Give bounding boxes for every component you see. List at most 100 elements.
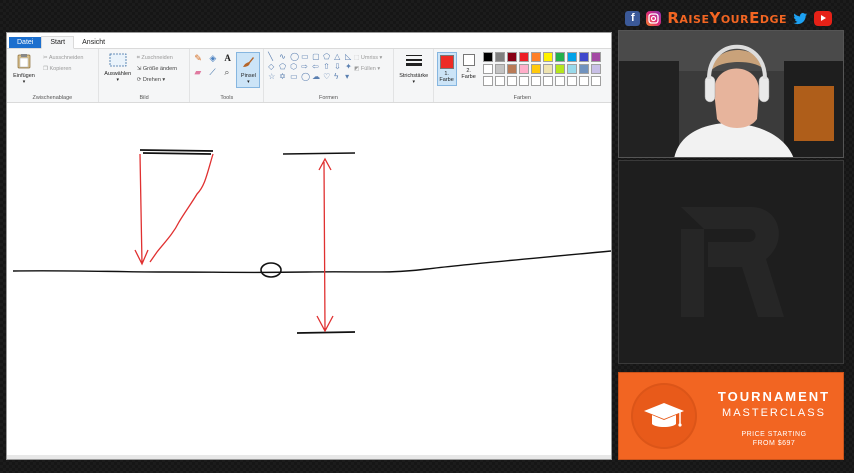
crop-icon: ⌗ [136, 55, 140, 61]
oval-shape-icon[interactable]: ◯ [290, 52, 300, 61]
hexagon-shape-icon[interactable]: ⬡ [290, 62, 300, 71]
cut-label: Ausschneiden [48, 55, 84, 61]
palette-swatch[interactable] [530, 52, 541, 62]
palette-swatch[interactable] [554, 52, 565, 62]
palette-swatch[interactable] [590, 52, 601, 62]
palette-swatch[interactable] [518, 52, 529, 62]
colors-group: 1. Farbe 2. Farbe Farben [434, 49, 611, 102]
instagram-icon[interactable] [646, 10, 662, 26]
palette-swatch[interactable] [554, 64, 565, 74]
webcam-feed [618, 30, 844, 158]
right-red-arrow [316, 157, 334, 333]
palette-swatch[interactable] [494, 64, 505, 74]
pencil-icon[interactable]: ✎ [194, 53, 206, 64]
stroke-group: Strichstärke ▾ [394, 49, 434, 102]
ad-price-line1: PRICE STARTING [741, 431, 807, 438]
masterclass-ad-banner[interactable]: TOURNAMENT MASTERCLASS PRICE STARTING FR… [618, 372, 844, 460]
right-bottom-line [296, 331, 356, 334]
rectangle-shape-icon[interactable]: ▭ [301, 52, 311, 61]
palette-swatch[interactable] [506, 76, 517, 86]
brand-logo-panel [618, 160, 844, 364]
brush-button[interactable]: Pinsel ▾ [236, 52, 261, 88]
text-icon[interactable]: A [224, 53, 236, 64]
palette-swatch[interactable] [542, 76, 553, 86]
triangle-shape-icon[interactable]: △ [334, 52, 344, 61]
palette-swatch[interactable] [578, 52, 589, 62]
facebook-icon[interactable]: f [625, 10, 641, 26]
palette-swatch[interactable] [530, 76, 541, 86]
paste-button[interactable]: Einfügen ▾ [10, 53, 38, 85]
palette-swatch[interactable] [482, 76, 493, 86]
line-shape-icon[interactable]: ╲ [268, 52, 278, 61]
callout-cloud-shape-icon[interactable]: ☁ [312, 72, 322, 81]
palette-swatch[interactable] [590, 76, 601, 86]
right-top-line [282, 152, 356, 155]
cut-button[interactable]: ✂ Ausschneiden [43, 55, 83, 61]
shape-gallery: ╲ ∿ ◯ ▭ ▢ ⬠ △ ◺ ◇ ⬠ ⬡ ⇨ ⇦ ⇧ ⇩ ✦ ☆ ✡ ▭ ◯ [268, 52, 352, 81]
arrow-down-shape-icon[interactable]: ⇩ [334, 62, 344, 71]
palette-swatch[interactable] [518, 64, 529, 74]
palette-swatch[interactable] [518, 76, 529, 86]
star6-shape-icon[interactable]: ✡ [279, 72, 289, 81]
image-group: Auswählen ▾ ⌗ Zuschneiden ⇲ Größe ändern… [99, 49, 191, 102]
drawing-canvas[interactable] [7, 104, 611, 459]
palette-swatch[interactable] [482, 64, 493, 74]
palette-swatch[interactable] [590, 64, 601, 74]
palette-swatch[interactable] [482, 52, 493, 62]
fill-bucket-icon[interactable]: ◈ [209, 53, 221, 64]
color2-button[interactable]: 2. Farbe [460, 54, 478, 80]
fill-button[interactable]: ◩ Füllen ▾ [354, 66, 380, 72]
palette-swatch[interactable] [554, 76, 565, 86]
resize-button[interactable]: ⇲ Größe ändern [137, 66, 177, 72]
color1-button[interactable]: 1. Farbe [436, 52, 457, 86]
eraser-icon[interactable]: ▰ [194, 67, 206, 78]
palette-swatch[interactable] [506, 52, 517, 62]
star5-shape-icon[interactable]: ☆ [268, 72, 278, 81]
tab-file[interactable]: Datei [9, 37, 42, 48]
twitter-icon[interactable] [793, 11, 808, 26]
crop-button[interactable]: ⌗ Zuschneiden [137, 55, 173, 62]
palette-swatch[interactable] [542, 64, 553, 74]
palette-swatch[interactable] [566, 76, 577, 86]
left-red-wedge [149, 153, 214, 263]
color1-swatch [439, 55, 454, 69]
palette-swatch[interactable] [542, 52, 553, 62]
heart-shape-icon[interactable]: ♡ [323, 72, 333, 81]
arrow-left-shape-icon[interactable]: ⇦ [312, 62, 322, 71]
palette-swatch[interactable] [566, 64, 577, 74]
copy-button[interactable]: ❐ Kopieren [43, 66, 72, 72]
palette-swatch[interactable] [494, 52, 505, 62]
tab-start[interactable]: Start [41, 36, 75, 49]
palette-swatch[interactable] [566, 52, 577, 62]
rounded-rect-shape-icon[interactable]: ▢ [312, 52, 322, 61]
arrow-up-shape-icon[interactable]: ⇧ [323, 62, 333, 71]
palette-swatch[interactable] [530, 64, 541, 74]
tab-view[interactable]: Ansicht [74, 37, 113, 48]
palette-swatch[interactable] [578, 76, 589, 86]
colors-group-label: Farben [513, 95, 532, 101]
select-icon [109, 53, 127, 67]
outline-button[interactable]: ⬚ Umriss ▾ [354, 55, 382, 61]
palette-swatch[interactable] [494, 76, 505, 86]
horizontal-scrollbar[interactable] [7, 455, 611, 459]
graduation-cap-icon [644, 403, 684, 427]
callout-oval-shape-icon[interactable]: ◯ [301, 72, 311, 81]
stroke-size-button[interactable]: Strichstärke ▾ [397, 53, 431, 85]
rotate-button[interactable]: ⟳ Drehen ▾ [137, 77, 165, 83]
palette-swatch[interactable] [578, 64, 589, 74]
magnifier-icon[interactable]: ⌕ [224, 67, 236, 78]
lightning-shape-icon[interactable]: ϟ [334, 72, 344, 81]
shapes-scroll-icon[interactable]: ▾ [345, 72, 355, 81]
palette-swatch[interactable] [506, 64, 517, 74]
rotate-label: Drehen [142, 77, 161, 83]
select-button[interactable]: Auswählen ▾ [102, 53, 134, 83]
color-picker-icon[interactable]: ⟋ [209, 67, 221, 78]
polygon-shape-icon[interactable]: ⬠ [323, 52, 333, 61]
youtube-icon[interactable] [814, 10, 832, 26]
diamond-shape-icon[interactable]: ◇ [268, 62, 278, 71]
arrow-right-shape-icon[interactable]: ⇨ [301, 62, 311, 71]
curve-shape-icon[interactable]: ∿ [279, 52, 289, 61]
resize-icon: ⇲ [136, 66, 142, 72]
pentagon-shape-icon[interactable]: ⬠ [279, 62, 289, 71]
callout-rect-shape-icon[interactable]: ▭ [290, 72, 300, 81]
